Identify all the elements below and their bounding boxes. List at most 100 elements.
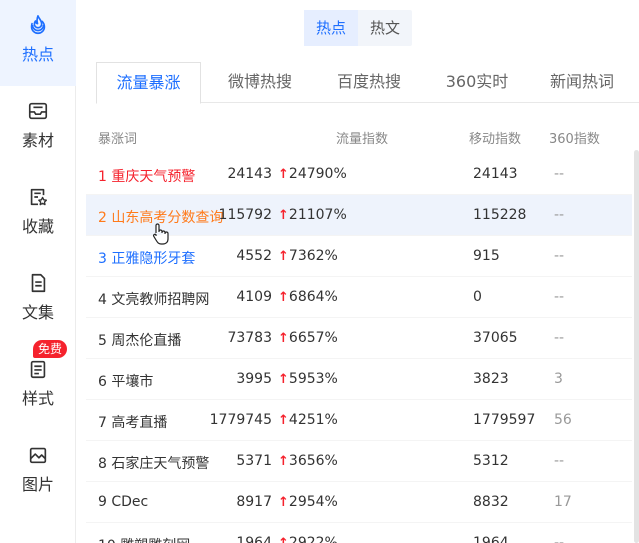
- rise-arrow-icon: ↑: [278, 249, 289, 264]
- row-rise-value: 2954%: [288, 494, 338, 510]
- row-word: 正雅隐形牙套: [111, 251, 196, 267]
- row-mobile-index: 3823: [473, 371, 509, 387]
- row-mobile-index: 915: [473, 248, 500, 264]
- table-row[interactable]: 9 CDec 8917 ↑2954% 8832 17: [86, 482, 632, 523]
- row-rise-value: 5953%: [288, 371, 338, 387]
- sidebar-item-style[interactable]: 免费 样式: [0, 340, 76, 430]
- row-flow-index: 3995: [236, 371, 272, 387]
- row-word: 雕塑雕刻网: [120, 538, 190, 543]
- table-row[interactable]: 5 周杰伦直播 73783 ↑6657% 37065 --: [86, 318, 632, 359]
- row-rise: ↑4251%: [278, 412, 338, 428]
- rise-arrow-icon: ↑: [278, 290, 289, 305]
- row-word: 石家庄天气预警: [111, 456, 210, 472]
- header-mobile: 移动指数: [469, 132, 522, 147]
- row-rise: ↑5953%: [278, 371, 338, 387]
- rise-arrow-icon: ↑: [278, 331, 289, 346]
- row-mobile-index: 24143: [473, 166, 518, 182]
- row-rank: 1: [98, 169, 107, 185]
- scrollbar[interactable]: [634, 150, 639, 543]
- header-flow: 流量指数: [336, 132, 389, 147]
- row-rise: ↑24790%: [278, 166, 347, 182]
- row-keyword[interactable]: 8 石家庄天气预警: [98, 453, 209, 473]
- row-rise-value: 3656%: [288, 453, 338, 469]
- sidebar-item-label: 素材: [21, 131, 54, 150]
- row-keyword[interactable]: 10 雕塑雕刻网: [98, 535, 190, 543]
- sidebar-item-images[interactable]: 图片: [0, 430, 76, 516]
- row-keyword[interactable]: 5 周杰伦直播: [98, 330, 181, 350]
- row-keyword[interactable]: 1 重庆天气预警: [98, 166, 195, 186]
- row-rank: 6: [98, 374, 107, 390]
- header-360: 360指数: [549, 132, 600, 147]
- rise-arrow-icon: ↑: [278, 167, 289, 182]
- row-flow-index: 73783: [227, 330, 272, 346]
- row-rise-value: 4251%: [288, 412, 338, 428]
- sidebar-item-hot[interactable]: 热点: [0, 0, 76, 86]
- row-flow-index: 1964: [236, 535, 272, 543]
- row-rank: 9: [98, 494, 107, 510]
- rise-arrow-icon: ↑: [278, 372, 289, 387]
- row-rise: ↑2954%: [278, 494, 338, 510]
- toggle-hot-articles[interactable]: 热文: [358, 10, 412, 46]
- rise-arrow-icon: ↑: [278, 536, 289, 543]
- row-mobile-index: 115228: [473, 207, 527, 223]
- inbox-icon: [28, 102, 48, 120]
- source-tabs: 流量暴涨 微博热搜 百度热搜 360实时 新闻热词: [96, 62, 639, 104]
- hot-toggle: 热点 热文: [304, 10, 413, 46]
- row-flow-index: 5371: [236, 453, 272, 469]
- tab-news-keywords[interactable]: 新闻热词: [534, 62, 630, 103]
- table-row[interactable]: 1 重庆天气预警 24143 ↑24790% 24143 --: [86, 154, 632, 195]
- row-word: 重庆天气预警: [111, 169, 196, 185]
- row-keyword[interactable]: 6 平壤市: [98, 371, 153, 391]
- row-keyword[interactable]: 3 正雅隐形牙套: [98, 248, 195, 268]
- row-rise-value: 7362%: [288, 248, 338, 264]
- row-rank: 7: [98, 415, 107, 431]
- table-row[interactable]: 6 平壤市 3995 ↑5953% 3823 3: [86, 359, 632, 400]
- row-flow-index: 4552: [236, 248, 272, 264]
- row-mobile-index: 1779597: [473, 412, 536, 428]
- table-row[interactable]: 4 文亮教师招聘网 4109 ↑6864% 0 --: [86, 277, 632, 318]
- row-flow-index: 115792: [218, 207, 272, 223]
- row-rank: 10: [98, 538, 116, 543]
- row-360-index: --: [554, 207, 565, 223]
- row-flow-index: 1779745: [209, 412, 272, 428]
- sidebar-item-collection[interactable]: 文集: [0, 258, 76, 344]
- tab-baidu-hot[interactable]: 百度热搜: [321, 62, 417, 103]
- row-rise: ↑21107%: [278, 207, 347, 223]
- free-badge: 免费: [33, 340, 68, 358]
- row-rank: 4: [98, 292, 107, 308]
- row-keyword[interactable]: 7 高考直播: [98, 412, 167, 432]
- row-360-index: --: [554, 166, 565, 182]
- table-header: 暴涨词 流量指数 移动指数 360指数: [86, 118, 632, 154]
- tab-traffic-surge[interactable]: 流量暴涨: [96, 62, 201, 104]
- toggle-hot-topics[interactable]: 热点: [304, 10, 359, 46]
- sidebar-item-label: 图片: [21, 475, 54, 494]
- table-row[interactable]: 8 石家庄天气预警 5371 ↑3656% 5312 --: [86, 441, 632, 482]
- sidebar-item-label: 收藏: [21, 217, 54, 236]
- table-row[interactable]: 10 雕塑雕刻网 1964 ↑2922% 1964 --: [86, 523, 632, 543]
- tab-360-realtime[interactable]: 360实时: [429, 62, 525, 103]
- row-360-index: --: [554, 453, 565, 469]
- sidebar: 热点 素材 收藏 文集 免费 样式 图片: [0, 0, 76, 543]
- row-360-index: 3: [554, 371, 563, 387]
- row-keyword[interactable]: 9 CDec: [98, 494, 148, 510]
- row-rise-value: 6864%: [288, 289, 338, 305]
- row-keyword[interactable]: 4 文亮教师招聘网: [98, 289, 209, 309]
- row-rank: 3: [98, 251, 107, 267]
- document-icon: [31, 273, 46, 293]
- sidebar-item-favorites[interactable]: 收藏: [0, 172, 76, 258]
- sidebar-item-label: 文集: [21, 303, 54, 322]
- row-rise: ↑6657%: [278, 330, 338, 346]
- row-rise-value: 2922%: [288, 535, 338, 543]
- sidebar-item-label: 样式: [21, 389, 54, 408]
- rise-arrow-icon: ↑: [278, 208, 289, 223]
- header-word: 暴涨词: [98, 132, 138, 147]
- tab-weibo-hot[interactable]: 微博热搜: [212, 62, 308, 103]
- row-mobile-index: 1964: [473, 535, 509, 543]
- rise-arrow-icon: ↑: [278, 454, 289, 469]
- sidebar-item-material[interactable]: 素材: [0, 86, 76, 172]
- row-360-index: --: [554, 330, 565, 346]
- table-row[interactable]: 7 高考直播 1779745 ↑4251% 1779597 56: [86, 400, 632, 441]
- rise-arrow-icon: ↑: [278, 495, 289, 510]
- row-word: 文亮教师招聘网: [111, 292, 210, 308]
- row-mobile-index: 37065: [473, 330, 518, 346]
